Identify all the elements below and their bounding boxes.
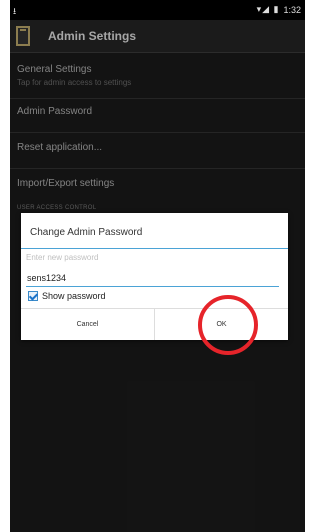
show-password-row[interactable]: Show password	[28, 291, 106, 301]
status-time: 1:32	[283, 4, 301, 15]
dialog-title: Change Admin Password	[30, 227, 143, 238]
download-icon: ⭳	[13, 6, 17, 16]
password-input[interactable]: sens1234	[26, 271, 279, 287]
password-placeholder: Enter new password	[26, 253, 99, 262]
signal-icon: ▾◢ ▮	[256, 4, 280, 14]
dialog-title-divider	[21, 248, 288, 249]
show-password-label: Show password	[42, 291, 106, 301]
status-bar: ⭳ ▾◢ ▮ 1:32	[10, 0, 305, 20]
device-frame: ⭳ ▾◢ ▮ 1:32 Admin Settings General Setti…	[0, 0, 313, 532]
status-icons: ▾◢ ▮ 1:32	[257, 4, 301, 15]
highlight-circle	[198, 295, 258, 355]
show-password-checkbox[interactable]	[28, 291, 38, 301]
cancel-button[interactable]: Cancel	[21, 309, 154, 340]
